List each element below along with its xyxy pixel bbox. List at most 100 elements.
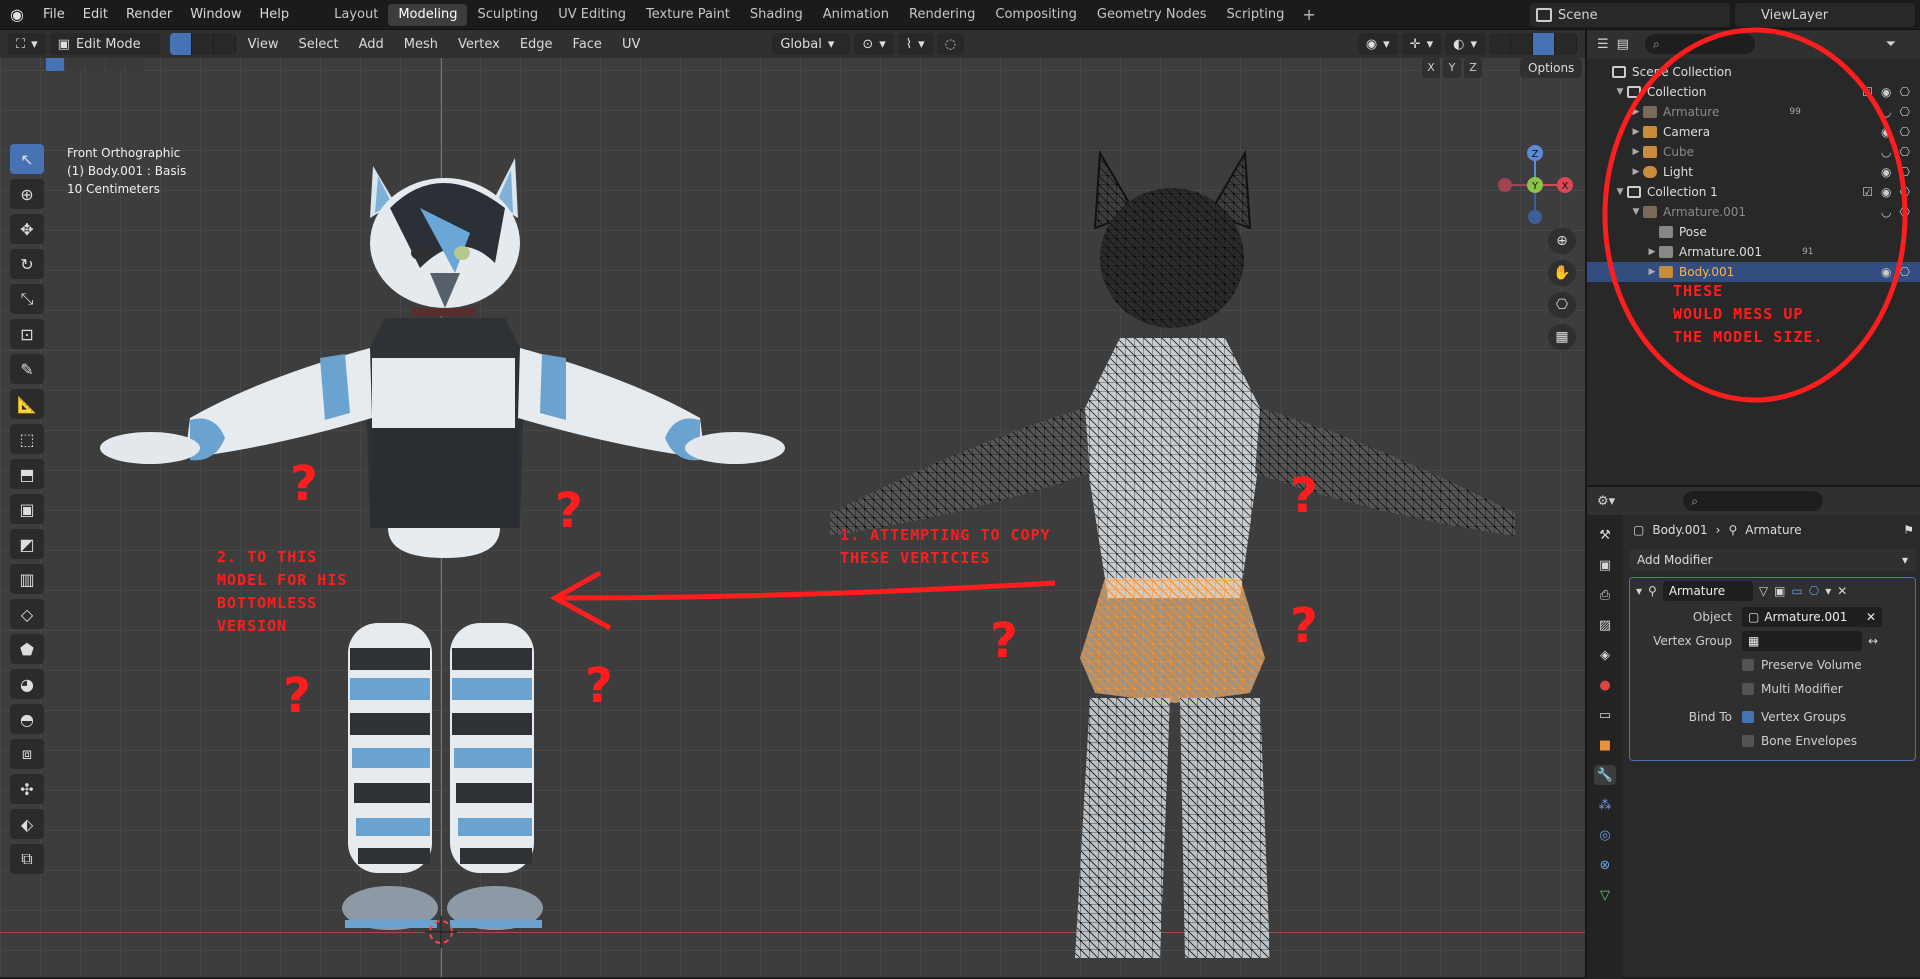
- menu-uv[interactable]: UV: [614, 37, 648, 52]
- menu-help[interactable]: Help: [251, 0, 299, 30]
- rip-region-tool[interactable]: ⧉: [10, 844, 44, 874]
- solid-shading-button[interactable]: [1511, 33, 1533, 55]
- render-toggle-icon[interactable]: ⎔: [1809, 584, 1819, 598]
- menu-edge[interactable]: Edge: [512, 37, 561, 52]
- constraints-tab[interactable]: ⊗: [1594, 855, 1616, 875]
- zoom-button[interactable]: ⊕: [1548, 228, 1576, 254]
- poly-build-tool[interactable]: ⬟: [10, 634, 44, 664]
- bone-envelopes-checkbox[interactable]: Bone Envelopes: [1742, 734, 1857, 748]
- menu-add[interactable]: Add: [351, 37, 392, 52]
- preserve-volume-checkbox[interactable]: Preserve Volume: [1742, 658, 1862, 672]
- invert-icon[interactable]: ↔: [1868, 634, 1878, 648]
- tab-modeling[interactable]: Modeling: [388, 3, 468, 26]
- particles-tab[interactable]: ⁂: [1594, 795, 1616, 815]
- vertex-group-field[interactable]: ▦: [1742, 631, 1862, 651]
- collection-tab[interactable]: ▭: [1594, 705, 1616, 725]
- tab-rendering[interactable]: Rendering: [899, 4, 985, 26]
- output-tab[interactable]: ⎙: [1594, 585, 1616, 605]
- add-modifier-button[interactable]: Add Modifier ▾: [1629, 549, 1916, 571]
- dropdown-icon[interactable]: ▾: [1825, 584, 1831, 598]
- data-tab[interactable]: ▽: [1594, 885, 1616, 905]
- rendered-shading-button[interactable]: [1555, 33, 1577, 55]
- tab-compositing[interactable]: Compositing: [985, 4, 1087, 26]
- orientation-selector[interactable]: Global ▾: [772, 33, 851, 55]
- vertex-groups-checkbox[interactable]: Vertex Groups: [1742, 710, 1846, 724]
- tab-uv-editing[interactable]: UV Editing: [548, 4, 636, 26]
- clear-icon[interactable]: ✕: [1866, 610, 1876, 624]
- transform-tool[interactable]: ⊡: [10, 319, 44, 349]
- camera-view-button[interactable]: ⎔: [1548, 292, 1576, 318]
- add-cube-tool[interactable]: ⬚: [10, 424, 44, 454]
- object-field[interactable]: ▢ Armature.001 ✕: [1742, 607, 1882, 627]
- tab-texture-paint[interactable]: Texture Paint: [636, 4, 740, 26]
- face-select-button[interactable]: [213, 33, 236, 55]
- close-icon[interactable]: ✕: [1837, 584, 1847, 598]
- view-layer-tab[interactable]: ▨: [1594, 615, 1616, 635]
- pin-icon[interactable]: ⚑: [1903, 523, 1914, 537]
- move-tool[interactable]: ✥: [10, 214, 44, 244]
- menu-file[interactable]: File: [34, 0, 74, 30]
- wireframe-shading-button[interactable]: [1489, 33, 1511, 55]
- scene-tab[interactable]: ◈: [1594, 645, 1616, 665]
- tab-scripting[interactable]: Scripting: [1217, 4, 1295, 26]
- object-tab[interactable]: ■: [1594, 735, 1616, 755]
- render-tab[interactable]: ▣: [1594, 555, 1616, 575]
- inset-tool[interactable]: ▣: [10, 494, 44, 524]
- modifier-tab[interactable]: 🔧: [1594, 765, 1616, 785]
- menu-view[interactable]: View: [240, 37, 287, 52]
- menu-select[interactable]: Select: [291, 37, 347, 52]
- rotate-tool[interactable]: ↻: [10, 249, 44, 279]
- perspective-toggle-button[interactable]: ▦: [1548, 324, 1576, 350]
- proportional-edit-toggle[interactable]: ◌: [936, 33, 965, 55]
- loop-cut-tool[interactable]: ▥: [10, 564, 44, 594]
- bevel-tool[interactable]: ◩: [10, 529, 44, 559]
- 3d-viewport[interactable]: X Y Z Options Front Orthographic (1) Bod…: [0, 58, 1585, 977]
- tab-shading[interactable]: Shading: [740, 4, 813, 26]
- cursor-tool[interactable]: ⊕: [10, 179, 44, 209]
- cage-toggle-icon[interactable]: ▣: [1774, 584, 1785, 598]
- multi-modifier-checkbox[interactable]: Multi Modifier: [1742, 682, 1843, 696]
- world-tab[interactable]: ●: [1594, 675, 1616, 695]
- collapse-arrow-icon[interactable]: ▾: [1636, 584, 1642, 598]
- menu-render[interactable]: Render: [117, 0, 181, 30]
- tab-geometry-nodes[interactable]: Geometry Nodes: [1087, 4, 1217, 26]
- navigation-gizmo[interactable]: Z Y X: [1495, 143, 1575, 228]
- modifier-name-field[interactable]: Armature: [1662, 581, 1753, 601]
- tab-animation[interactable]: Animation: [813, 4, 899, 26]
- properties-editor-icon[interactable]: ⚙▾: [1597, 494, 1615, 509]
- material-shading-button[interactable]: [1533, 33, 1555, 55]
- menu-mesh[interactable]: Mesh: [396, 37, 446, 52]
- smooth-tool[interactable]: ◓: [10, 704, 44, 734]
- pan-button[interactable]: ✋: [1548, 260, 1576, 286]
- pivot-selector[interactable]: ⊙ ▾: [854, 33, 894, 55]
- blender-logo-icon[interactable]: ◉: [0, 5, 34, 24]
- menu-window[interactable]: Window: [181, 0, 250, 30]
- shrink-fatten-tool[interactable]: ✣: [10, 774, 44, 804]
- edge-slide-tool[interactable]: ⧈: [10, 739, 44, 769]
- properties-search-input[interactable]: ⌕: [1683, 491, 1824, 511]
- knife-tool[interactable]: ◇: [10, 599, 44, 629]
- menu-vertex[interactable]: Vertex: [450, 37, 508, 52]
- visibility-toggle[interactable]: ◉ ▾: [1357, 33, 1398, 55]
- physics-tab[interactable]: ◎: [1594, 825, 1616, 845]
- extrude-tool[interactable]: ⬒: [10, 459, 44, 489]
- menu-face[interactable]: Face: [565, 37, 610, 52]
- tab-layout[interactable]: Layout: [324, 4, 388, 26]
- tab-sculpting[interactable]: Sculpting: [467, 4, 548, 26]
- measure-tool[interactable]: 📐: [10, 389, 44, 419]
- overlay-toggle[interactable]: ◐ ▾: [1445, 33, 1485, 55]
- edge-select-button[interactable]: [191, 33, 214, 55]
- menu-edit[interactable]: Edit: [74, 0, 117, 30]
- edit-mode-toggle-icon[interactable]: ▽: [1759, 584, 1768, 598]
- vertex-select-button[interactable]: [169, 33, 192, 55]
- mode-selector[interactable]: ▣ Edit Mode: [49, 33, 160, 55]
- editor-type-selector[interactable]: ⛶ ▾: [8, 33, 46, 55]
- viewport-toggle-icon[interactable]: ▭: [1791, 584, 1802, 598]
- select-box-tool[interactable]: ↖: [10, 144, 44, 174]
- tool-tab[interactable]: ⚒: [1594, 525, 1616, 545]
- add-workspace-button[interactable]: +: [1294, 5, 1323, 24]
- scale-tool[interactable]: ⤡: [10, 284, 44, 314]
- gizmo-toggle[interactable]: ✛ ▾: [1401, 33, 1442, 55]
- spin-tool[interactable]: ◕: [10, 669, 44, 699]
- snap-toggle[interactable]: ⌇ ▾: [897, 33, 933, 55]
